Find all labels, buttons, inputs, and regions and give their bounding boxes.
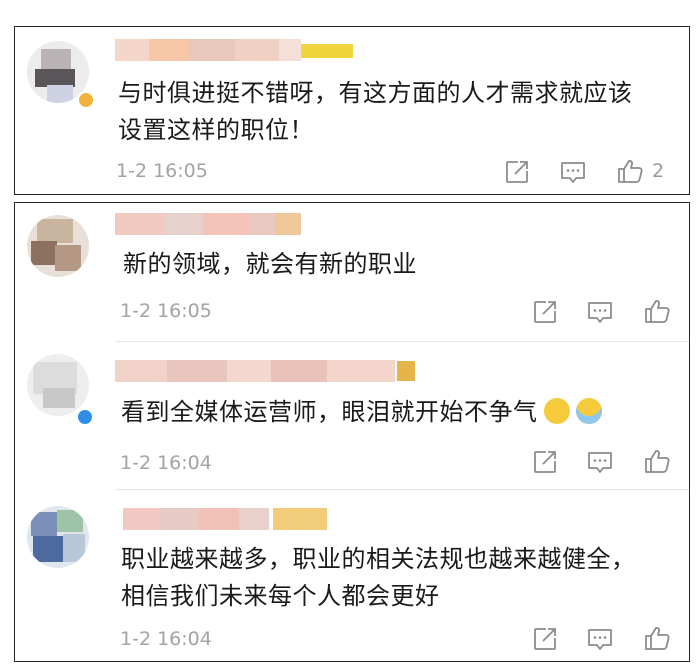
comment-text: 看到全媒体运营师，眼泪就开始不争气 <box>121 394 602 431</box>
comment-icon[interactable] <box>586 625 614 653</box>
thumbs-up-icon[interactable] <box>643 447 671 475</box>
avatar[interactable] <box>27 215 89 277</box>
comment-item: 看到全媒体运营师，眼泪就开始不争气 1-2 16:04 <box>15 342 689 489</box>
comment-time: 1-2 16:04 <box>120 452 212 474</box>
comment-icon[interactable] <box>586 448 614 476</box>
share-icon[interactable] <box>503 158 531 186</box>
comment-time: 1-2 16:05 <box>120 300 212 322</box>
share-icon[interactable] <box>531 625 559 653</box>
thumbs-up-icon[interactable] <box>616 157 644 185</box>
comment-text: 职业越来越多，职业的相关法规也越来越健全， 相信我们未来每个人都会更好 <box>121 545 636 610</box>
like-count: 2 <box>652 160 665 182</box>
username-blurred[interactable] <box>115 213 301 235</box>
comment-text: 新的领域，就会有新的职业 <box>123 250 417 278</box>
comment-icon[interactable] <box>586 298 614 326</box>
username-blurred[interactable] <box>123 508 327 530</box>
thumbs-up-icon[interactable] <box>643 624 671 652</box>
username-blurred[interactable] <box>115 39 353 61</box>
comment-text: 与时俱进挺不错呀，有这方面的人才需求就应该 设置这样的职位！ <box>118 79 633 144</box>
comment-card: 与时俱进挺不错呀，有这方面的人才需求就应该 设置这样的职位！ 1-2 16:05… <box>14 26 690 195</box>
thumbs-up-icon[interactable] <box>643 297 671 325</box>
share-icon[interactable] <box>531 298 559 326</box>
avatar[interactable] <box>27 354 89 416</box>
share-icon[interactable] <box>531 448 559 476</box>
username-blurred[interactable] <box>115 360 415 382</box>
comment-time: 1-2 16:04 <box>120 628 212 650</box>
sobbing-face-icon <box>575 398 602 424</box>
avatar[interactable] <box>27 506 89 568</box>
crying-face-icon <box>543 398 570 424</box>
member-badge-icon <box>77 91 95 109</box>
verified-badge-icon <box>76 408 94 426</box>
comment-item: 职业越来越多，职业的相关法规也越来越健全， 相信我们未来每个人都会更好 1-2 … <box>15 490 689 662</box>
comment-icon[interactable] <box>559 158 587 186</box>
comment-time: 1-2 16:05 <box>116 160 208 182</box>
comment-card: 新的领域，就会有新的职业 1-2 16:05 看到全媒体运营师，眼泪就开始不争气… <box>14 202 690 662</box>
comment-item: 与时俱进挺不错呀，有这方面的人才需求就应该 设置这样的职位！ 1-2 16:05… <box>15 27 689 196</box>
comment-item: 新的领域，就会有新的职业 1-2 16:05 <box>15 203 689 341</box>
